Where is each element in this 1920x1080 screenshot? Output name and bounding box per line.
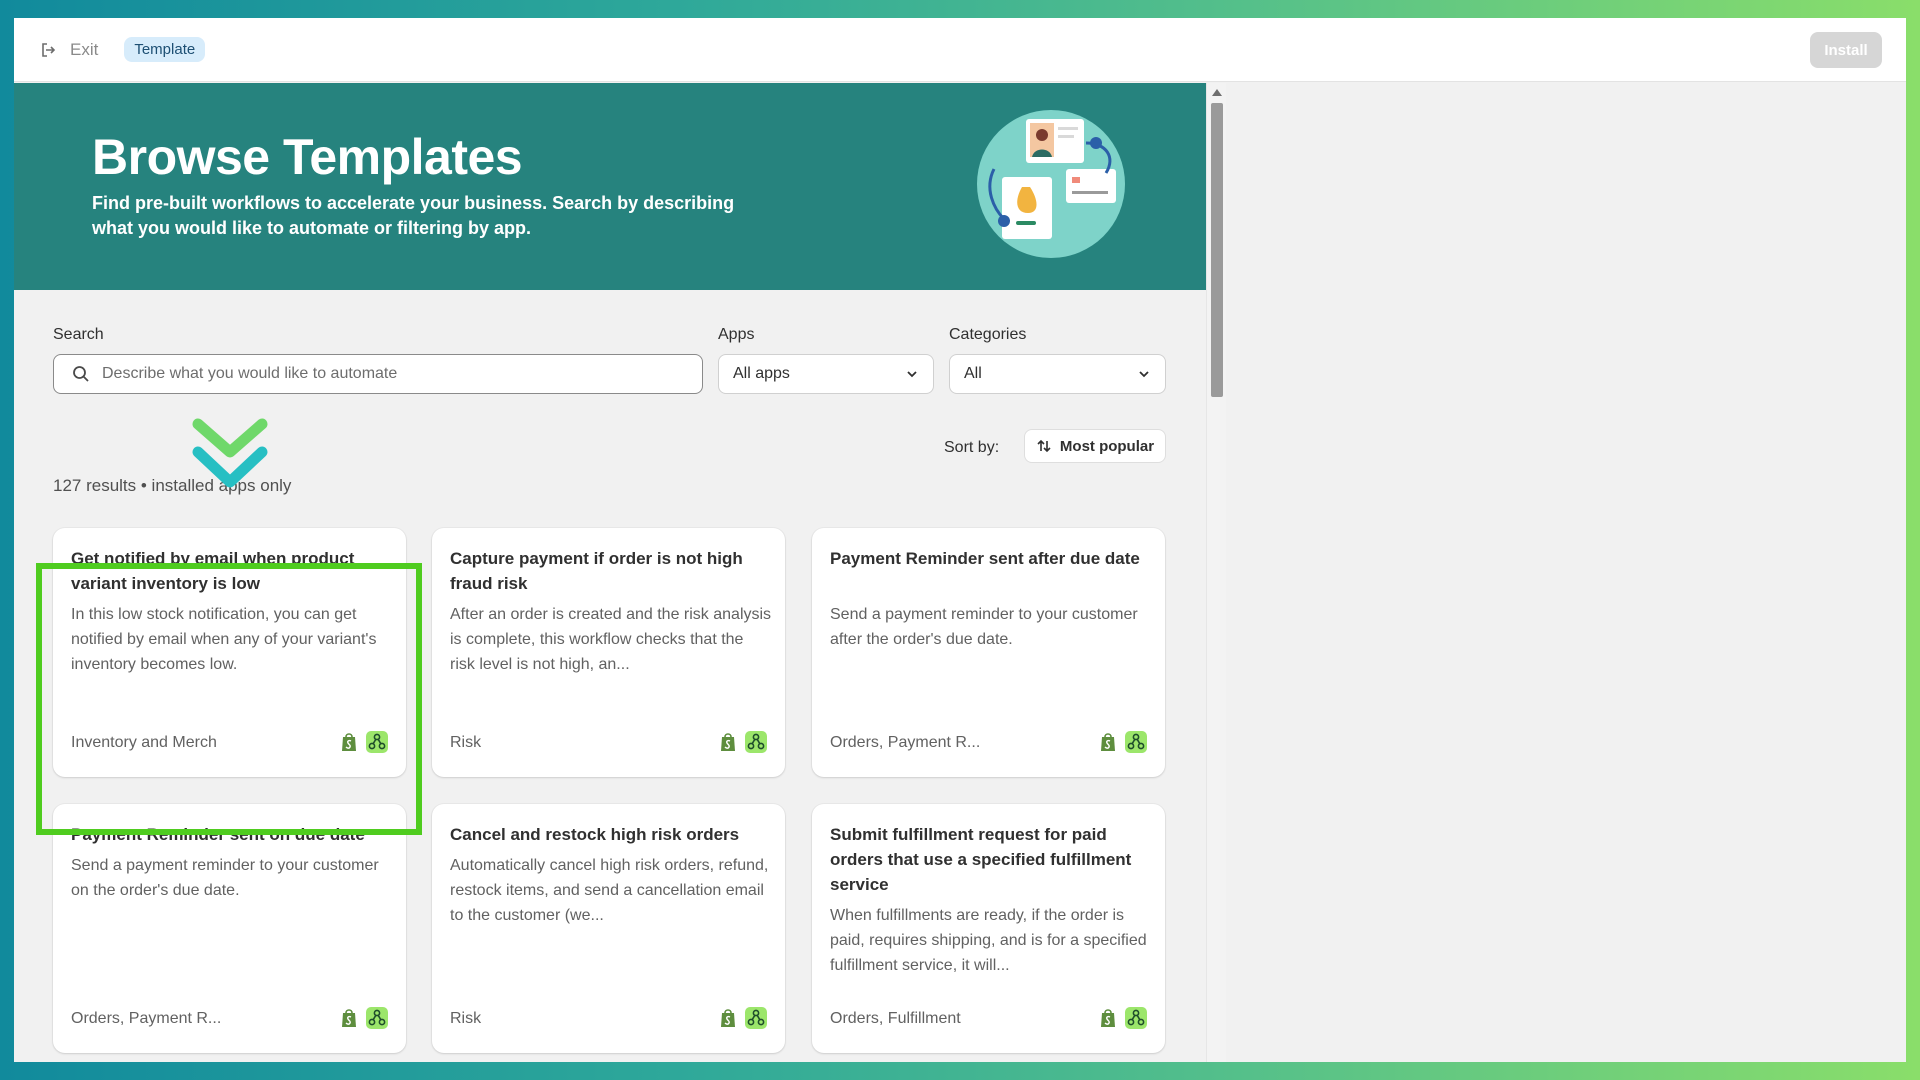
chevron-down-icon [1139, 371, 1149, 378]
shopify-icon [1101, 733, 1115, 751]
sort-label: Sort by: [944, 439, 1000, 456]
card-title: Cancel and restock high risk orders [450, 825, 740, 844]
exit-icon [42, 42, 56, 57]
card-category: Orders, Fulfillment [830, 1010, 961, 1027]
shopify-icon [721, 733, 735, 751]
card-category: Risk [450, 734, 482, 751]
template-card[interactable]: Payment Reminder sent after due date Sen… [812, 528, 1165, 777]
shopify-icon [342, 1009, 356, 1027]
search-field[interactable] [53, 354, 703, 394]
card-description: Automatically cancel high risk orders, r… [450, 857, 769, 924]
main-content: Browse Templates Find pre-built workflow… [14, 83, 1206, 1062]
flow-icon [1125, 731, 1147, 753]
card-highlight-frame [36, 563, 422, 835]
template-badge: Template [124, 37, 206, 62]
search-icon [73, 366, 89, 382]
card-app-icons [338, 1007, 388, 1029]
card-title: Capture payment if order is not high fra… [450, 549, 743, 593]
scroll-up-arrow-icon[interactable] [1212, 89, 1222, 96]
top-bar: Exit Template Install [14, 18, 1906, 82]
flow-icon [366, 1007, 388, 1029]
search-input[interactable] [102, 365, 682, 383]
card-category: Orders, Payment R... [830, 734, 981, 751]
flow-icon [745, 1007, 767, 1029]
template-card[interactable]: Payment Reminder sent on due date Send a… [53, 804, 406, 1053]
card-app-icons [717, 1007, 767, 1029]
categories-select-value: All [964, 365, 982, 382]
right-panel [1226, 83, 1906, 1062]
exit-button[interactable]: Exit [40, 40, 98, 60]
card-category: Risk [450, 1010, 482, 1027]
shopify-icon [721, 1009, 735, 1027]
card-description: After an order is created and the risk a… [450, 606, 772, 673]
template-card[interactable]: Capture payment if order is not high fra… [432, 528, 785, 777]
card-description: Send a payment reminder to your customer… [830, 606, 1138, 648]
scrollbar-thumb[interactable] [1211, 103, 1223, 397]
card-title: Submit fulfillment request for paid orde… [830, 825, 1132, 894]
shopify-icon [1101, 1009, 1115, 1027]
flow-icon [1125, 1007, 1147, 1029]
double-chevron-down-icon [192, 418, 268, 488]
apps-label: Apps [718, 326, 755, 343]
flow-icon [745, 731, 767, 753]
apps-select-value: All apps [733, 365, 790, 382]
search-label: Search [53, 326, 104, 343]
hero-description: Find pre-built workflows to accelerate y… [92, 193, 735, 238]
card-app-icons [1097, 731, 1147, 753]
card-title: Payment Reminder sent after due date [830, 549, 1140, 568]
hero-banner: Browse Templates Find pre-built workflow… [14, 83, 1206, 290]
vertical-scrollbar[interactable] [1206, 83, 1226, 1062]
apps-select[interactable]: All apps [718, 354, 934, 394]
app-window: Exit Template Install Browse Templates F… [14, 18, 1906, 1062]
sort-value: Most popular [1059, 437, 1155, 455]
workflow-illustration-icon [977, 110, 1125, 258]
template-card[interactable]: Cancel and restock high risk orders Auto… [432, 804, 785, 1053]
exit-label: Exit [70, 39, 99, 59]
card-app-icons [1097, 1007, 1147, 1029]
card-description: Send a payment reminder to your customer… [71, 857, 379, 899]
card-description: When fulfillments are ready, if the orde… [830, 907, 1147, 974]
categories-select[interactable]: All [949, 354, 1166, 394]
sort-arrows-icon [1037, 439, 1051, 453]
template-card[interactable]: Submit fulfillment request for paid orde… [812, 804, 1165, 1053]
chevron-down-icon [907, 371, 917, 378]
card-category: Orders, Payment R... [71, 1010, 222, 1027]
install-button[interactable]: Install [1810, 32, 1882, 68]
card-app-icons [717, 731, 767, 753]
categories-label: Categories [949, 326, 1027, 343]
page-title: Browse Templates [92, 129, 523, 185]
sort-button[interactable]: Most popular [1024, 429, 1166, 463]
